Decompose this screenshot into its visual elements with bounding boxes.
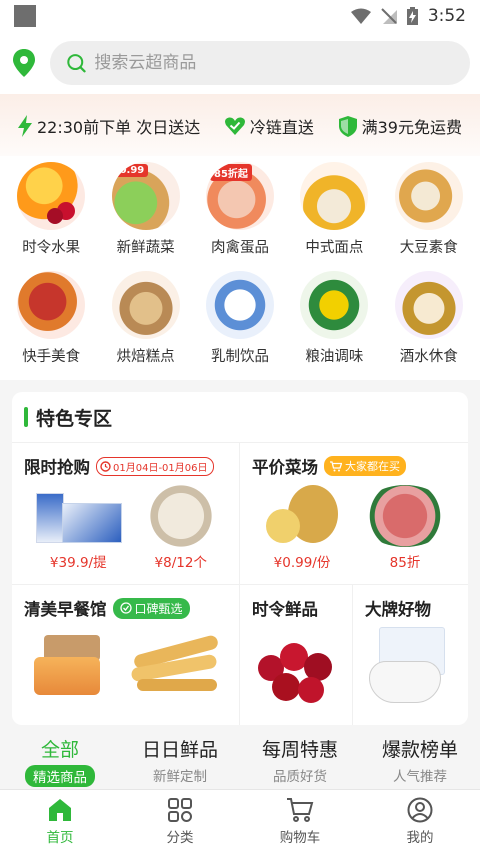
category-meat-eggs[interactable]: 85折起 肉禽蛋品 [193,162,287,257]
product-price: ¥0.99/份 [273,555,331,571]
dumplings-image [140,485,221,547]
category-fruit[interactable]: 时令水果 [4,162,98,257]
product-pork[interactable]: 85折 [360,485,450,571]
category-quick-food[interactable]: 快手美食 [4,271,98,366]
discount-badge: 85折起 [209,164,252,181]
category-dairy[interactable]: 乳制饮品 [193,271,287,366]
nav-category[interactable]: 分类 [120,790,240,853]
category-pastry[interactable]: 中式面点 [287,162,381,257]
tab-weekly-deals[interactable]: 每周特惠 品质好货 [240,735,360,795]
breakfast-cell[interactable]: 清美早餐馆 口碑甄选 [12,585,240,725]
location-pin-icon[interactable] [12,49,36,77]
special-zone-header: 特色专区 [12,392,468,442]
battery-charging-icon [406,7,418,25]
product-potato[interactable]: ¥0.99/份 [260,485,344,571]
special-zone-title: 特色专区 [36,407,113,430]
category-grain-oil[interactable]: 粮油调味 [287,271,381,366]
shield-icon [338,115,357,137]
cherries-image [252,627,342,707]
service-promise-bar: 22:30前下单 次日送达 冷链直送 满39元免运费 [0,96,480,156]
clock-icon [100,460,111,472]
category-soy[interactable]: 大豆素食 [382,162,476,257]
mask-image [365,627,455,707]
grid-icon [168,798,192,822]
vegetables-image: 0.99 [111,162,180,230]
tab-best-sellers[interactable]: 爆款榜单 人气推荐 [360,735,480,795]
toast-image [30,631,114,701]
feed-tabs: 全部 精选商品 日日鲜品 新鲜定制 每周特惠 品质好货 爆款榜单 人气推荐 [0,735,480,795]
tab-daily-fresh[interactable]: 日日鲜品 新鲜定制 [120,735,240,795]
price-badge: 0.99 [115,164,149,177]
heart-check-icon [224,117,245,135]
flash-sale-title: 限时抢购 [24,458,90,477]
potato-image [260,485,344,547]
pastry-image [300,162,369,230]
grain-oil-image [300,271,369,339]
seasonal-title: 时令鲜品 [252,600,318,619]
dairy-image [205,271,274,339]
search-input[interactable] [94,53,454,73]
category-grid: 时令水果 0.99 新鲜蔬菜 85折起 肉禽蛋品 中式面点 大豆素食 快手美食 … [0,156,480,380]
drinks-image [394,271,463,339]
fruit-image [17,162,86,230]
top-bar [0,32,480,94]
user-icon [407,797,433,823]
nav-cart[interactable]: 购物车 [240,790,360,853]
thumb-icon [119,602,132,614]
breakfast-title: 清美早餐馆 [24,600,107,619]
notification-icon [14,5,36,27]
promise-cold-chain: 冷链直送 [224,114,314,138]
flash-sale-date-tag: 01月04日-01月06日 [96,456,214,476]
status-bar: 3:52 [0,0,480,32]
promise-free-shipping: 满39元免运费 [338,114,462,138]
budget-veg-title: 平价菜场 [252,458,318,477]
budget-veg-cell[interactable]: 平价菜场 大家都在买 ¥0.99/份 85折 [240,443,468,584]
youtiao-image [127,631,223,701]
clock: 3:52 [427,6,466,26]
cart-icon [287,798,314,822]
pork-image [360,485,450,547]
bottom-nav: 首页 分类 购物车 我的 [0,789,480,853]
nav-profile[interactable]: 我的 [360,790,480,853]
category-drinks-snacks[interactable]: 酒水休食 [382,271,476,366]
category-vegetables[interactable]: 0.99 新鲜蔬菜 [98,162,192,257]
brand-cell[interactable]: 大牌好物 [353,585,468,725]
cart-icon [330,460,342,471]
accent-bar [24,407,28,427]
bakery-image [111,271,180,339]
reputation-tag: 口碑甄选 [112,597,190,619]
product-price: ¥8/12个 [154,555,207,571]
product-price: 85折 [389,555,421,571]
product-milk-box[interactable]: ¥39.9/提 [32,485,124,571]
flash-sale-cell[interactable]: 限时抢购 01月04日-01月06日 ¥39.9/提 ¥8/12个 [12,443,240,584]
popular-tag: 大家都在买 [324,456,406,476]
category-bakery[interactable]: 烘焙糕点 [98,271,192,366]
signal-off-icon [381,8,397,24]
tab-all[interactable]: 全部 精选商品 [0,735,120,795]
quick-food-image [17,271,86,339]
brand-title: 大牌好物 [365,600,431,619]
promise-next-day: 22:30前下单 次日送达 [18,114,200,138]
wifi-icon [350,8,371,24]
search-icon [67,54,86,73]
search-box[interactable] [50,41,470,85]
home-icon [49,799,71,821]
meat-image: 85折起 [205,162,274,230]
milk-box-image [32,485,124,547]
product-dumplings[interactable]: ¥8/12个 [140,485,221,571]
seasonal-cell[interactable]: 时令鲜品 [240,585,353,725]
nav-home[interactable]: 首页 [0,790,120,853]
product-price: ¥39.9/提 [49,555,107,571]
status-icons: 3:52 [350,6,466,26]
special-zone-card: 特色专区 限时抢购 01月04日-01月06日 ¥39.9/提 ¥8/12个 平… [12,392,468,725]
soy-image [394,162,463,230]
lightning-icon [18,115,32,137]
